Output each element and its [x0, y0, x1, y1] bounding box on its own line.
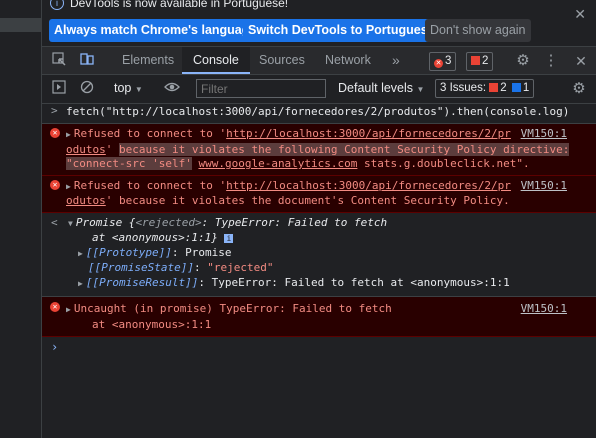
- prototype-key: [[Prototype]]: [85, 245, 172, 259]
- issues-label: 3 Issues:: [440, 82, 487, 94]
- info-icon[interactable]: i: [224, 234, 234, 243]
- promise-result-key: [[PromiseResult]]: [85, 275, 199, 289]
- issues-button[interactable]: 3 Issues: 2 1: [435, 79, 535, 98]
- error-count-badge[interactable]: ✕ 3: [429, 52, 457, 71]
- info-message-icon: [511, 83, 521, 92]
- error-text: Refused to connect to ': [73, 178, 227, 192]
- left-gutter: [0, 0, 42, 438]
- url-link[interactable]: odutos: [66, 194, 106, 207]
- gutter-highlight: [0, 18, 41, 32]
- source-location-link[interactable]: VM150:1: [521, 127, 567, 142]
- promise-state-value: "rejected": [207, 261, 274, 274]
- promise-result: < ▼ Promise {<rejected>: TypeError: Faile…: [42, 213, 596, 297]
- result-arrow-icon: <: [51, 215, 58, 229]
- issues-info-count: 1: [522, 82, 530, 94]
- error-text: Refused to connect to ': [73, 127, 227, 140]
- promise-state-key: [[PromiseState]]: [88, 261, 194, 274]
- warning-count: 2: [482, 55, 489, 67]
- prompt-chevron-icon: ›: [51, 340, 59, 354]
- warning-count-badge[interactable]: 2: [466, 52, 494, 71]
- devtools-panel: i DevTools is now available in Portugues…: [42, 0, 596, 438]
- promise-stack-text: at <anonymous>:1:1}: [92, 231, 218, 244]
- levels-dropdown[interactable]: Default levels ▼: [338, 81, 424, 95]
- tab-sources[interactable]: Sources: [248, 47, 316, 74]
- error-message-uncaught: ✕ VM150:1 ▶ Uncaught (in promise) TypeErr…: [42, 297, 596, 337]
- error-text: because it violates the following Conten…: [119, 142, 570, 156]
- url-link[interactable]: http://localhost:3000/api/fornecedores/2…: [226, 179, 511, 192]
- chevron-right-icon: >: [51, 104, 58, 117]
- promise-state-label: <rejected>: [135, 215, 202, 229]
- issue-flag-icon: [489, 83, 499, 92]
- collapse-triangle-icon[interactable]: ▼: [68, 219, 73, 228]
- prototype-value: Promise: [185, 245, 232, 259]
- url-link[interactable]: www.google-analytics.com: [198, 157, 357, 170]
- error-icon: ✕: [434, 59, 443, 68]
- console-messages: > fetch("http://localhost:3000/api/forne…: [42, 102, 596, 357]
- url-link[interactable]: odutos: [66, 143, 106, 156]
- url-link[interactable]: http://localhost:3000/api/fornecedores/2…: [226, 127, 511, 140]
- context-label: top: [114, 81, 132, 95]
- always-match-language-button[interactable]: Always match Chrome's language: [49, 19, 262, 42]
- error-count: 3: [445, 55, 452, 67]
- switch-to-portuguese-button[interactable]: Switch DevTools to Portuguese: [243, 19, 440, 42]
- chevron-down-icon: ▼: [416, 85, 425, 94]
- source-location-link[interactable]: VM150:1: [521, 302, 567, 317]
- inspect-element-icon[interactable]: [50, 52, 68, 70]
- promise-error-text: : TypeError: Failed to fetch: [201, 215, 388, 229]
- kebab-menu-icon[interactable]: ⋮: [542, 52, 560, 70]
- tab-console[interactable]: Console: [182, 47, 250, 74]
- expand-triangle-icon[interactable]: ▶: [78, 279, 83, 288]
- error-message-csp-1: ✕ VM150:1 ▶ Refused to connect to 'http:/…: [42, 124, 596, 176]
- tab-elements[interactable]: Elements: [111, 47, 185, 74]
- live-expression-eye-icon[interactable]: [163, 80, 181, 98]
- console-prompt[interactable]: ›: [42, 337, 596, 357]
- error-text: Uncaught (in promise) TypeError: Failed …: [73, 302, 392, 315]
- levels-label: Default levels: [338, 81, 414, 95]
- close-devtools-icon[interactable]: ✕: [572, 52, 590, 70]
- info-icon: i: [50, 0, 64, 10]
- dont-show-again-button[interactable]: Don't show again: [425, 19, 531, 42]
- issue-flag-icon: [471, 56, 480, 65]
- error-icon: ✕: [50, 179, 60, 190]
- issues-error-count: 2: [500, 82, 507, 94]
- error-icon: ✕: [50, 302, 60, 312]
- error-text: stats.g.doubleclick.net".: [357, 157, 530, 170]
- chevron-down-icon: ▼: [134, 85, 143, 94]
- language-infobar: i DevTools is now available in Portugues…: [42, 0, 596, 47]
- source-location-link[interactable]: VM150:1: [521, 179, 567, 194]
- console-settings-gear-icon[interactable]: ⚙: [570, 80, 588, 98]
- promise-result-value: TypeError: Failed to fetch at <anonymous…: [211, 275, 510, 289]
- error-text: ' because it violates the document's Con…: [105, 194, 510, 207]
- expand-triangle-icon[interactable]: ▶: [78, 249, 83, 258]
- error-stack-text: at <anonymous>:1:1: [92, 317, 212, 331]
- devtools-tabbar: Elements Console Sources Network » ✕ 3 2 …: [42, 47, 596, 75]
- clear-console-icon[interactable]: [78, 80, 96, 98]
- error-text: ': [105, 142, 119, 156]
- context-selector[interactable]: top ▼: [114, 81, 143, 95]
- error-icon: ✕: [50, 128, 60, 138]
- console-input-echo: > fetch("http://localhost:3000/api/forne…: [42, 102, 596, 124]
- expand-triangle-icon[interactable]: ▶: [66, 182, 71, 191]
- infobar-message: DevTools is now available in Portuguese!: [70, 0, 289, 10]
- device-toolbar-icon[interactable]: [78, 52, 96, 70]
- close-icon[interactable]: ✕: [574, 6, 586, 23]
- promise-label: Promise {: [75, 215, 136, 229]
- more-tabs-icon[interactable]: »: [381, 47, 411, 74]
- sidebar-toggle-icon[interactable]: [50, 80, 68, 98]
- expand-triangle-icon[interactable]: ▶: [66, 130, 71, 139]
- error-message-csp-2: ✕ VM150:1 ▶ Refused to connect to 'http:/…: [42, 175, 596, 213]
- settings-gear-icon[interactable]: ⚙: [514, 52, 532, 70]
- input-command: fetch("http://localhost:3000/api/fornece…: [66, 105, 570, 118]
- error-text: "connect-src 'self': [66, 157, 192, 170]
- filter-input[interactable]: [196, 79, 326, 98]
- expand-triangle-icon[interactable]: ▶: [66, 305, 71, 314]
- console-toolbar: top ▼ Default levels ▼ 3 Issues: 2 1 ⚙: [42, 75, 596, 104]
- tab-network[interactable]: Network: [314, 47, 382, 74]
